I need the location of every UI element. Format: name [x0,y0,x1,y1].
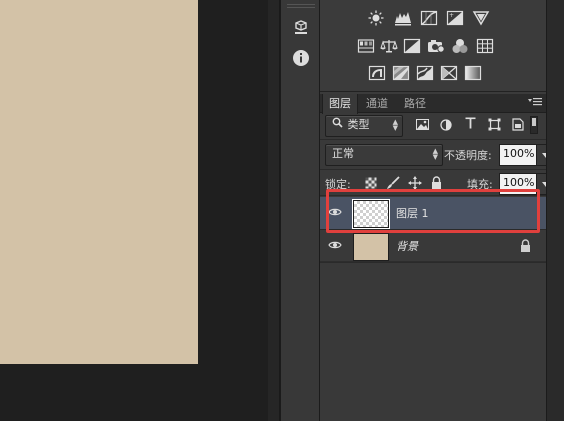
adjustment-filter-icon[interactable] [440,119,452,131]
lock-all-icon[interactable] [431,176,443,190]
vibrance-icon[interactable] [471,9,491,27]
selective-color-icon[interactable] [439,64,459,82]
highlight-box [326,189,540,233]
brightness-contrast-icon[interactable] [366,9,386,27]
updown-arrows-icon: ▲ ▼ [392,118,398,132]
layers-panel-tabbar: 图层 通道 路径 [320,94,546,114]
layer-name[interactable]: 背景 [396,238,418,254]
lock-icon [520,239,532,252]
layer-thumbnail [353,233,389,261]
curves-icon[interactable] [419,9,439,27]
tab-channels[interactable]: 通道 [360,94,394,113]
opacity-label: 不透明度: [444,149,492,162]
info-icon[interactable] [291,48,311,68]
divider [320,169,546,170]
lock-position-icon[interactable] [408,176,422,190]
tab-paths[interactable]: 路径 [398,94,432,113]
panel-menu-icon[interactable] [528,97,542,109]
color-balance-icon[interactable] [379,37,399,55]
blend-mode-dropdown[interactable]: 正常 ▲ ▼ [325,144,443,166]
filter-kind-dropdown[interactable]: 类型 ▲ ▼ [325,115,403,137]
adjustments-panel: + [320,0,546,92]
filter-toggle-switch[interactable] [530,116,538,134]
opacity-input[interactable]: 100% [499,144,540,166]
updown-arrows-icon: ▲ ▼ [432,147,438,161]
hue-saturation-icon[interactable] [356,37,376,55]
layer-row-background[interactable]: 背景 [320,230,546,263]
svg-text:+: + [449,12,454,19]
divider [320,139,546,140]
black-white-icon[interactable] [402,37,422,55]
photo-filter-icon[interactable] [426,37,446,55]
strip-grip[interactable] [287,4,315,8]
type-filter-icon[interactable] [465,117,477,131]
filter-kind-label: 类型 [347,118,370,131]
smart-object-filter-icon[interactable] [512,118,525,131]
search-icon [332,116,344,134]
tab-layers[interactable]: 图层 [322,94,358,114]
divider [320,261,546,262]
invert-icon[interactable] [367,64,387,82]
eye-icon[interactable] [328,240,344,252]
blend-mode-value: 正常 [332,147,354,160]
lock-transparent-icon[interactable] [365,177,377,189]
pixel-filter-icon[interactable] [416,119,430,131]
lock-pixels-icon[interactable] [386,176,400,190]
exposure-icon[interactable]: + [445,9,465,27]
color-lookup-icon[interactable] [475,37,495,55]
document-canvas[interactable] [0,0,198,364]
3d-object-icon[interactable] [291,18,311,38]
threshold-icon[interactable] [415,64,435,82]
panel-gutter [268,0,280,421]
levels-icon[interactable] [393,9,413,27]
gradient-map-icon[interactable] [463,64,483,82]
collapsed-panel-strip [280,0,320,421]
shape-filter-icon[interactable] [488,118,501,131]
panel-scrollbar[interactable] [546,0,564,421]
posterize-icon[interactable] [391,64,411,82]
channel-mixer-icon[interactable] [450,37,470,55]
canvas-area[interactable] [0,0,268,421]
layers-panel: 图层 通道 路径 类型 ▲ ▼ 正常 ▲ ▼ 不透明度: 100% 锁定: 填充… [320,94,556,421]
